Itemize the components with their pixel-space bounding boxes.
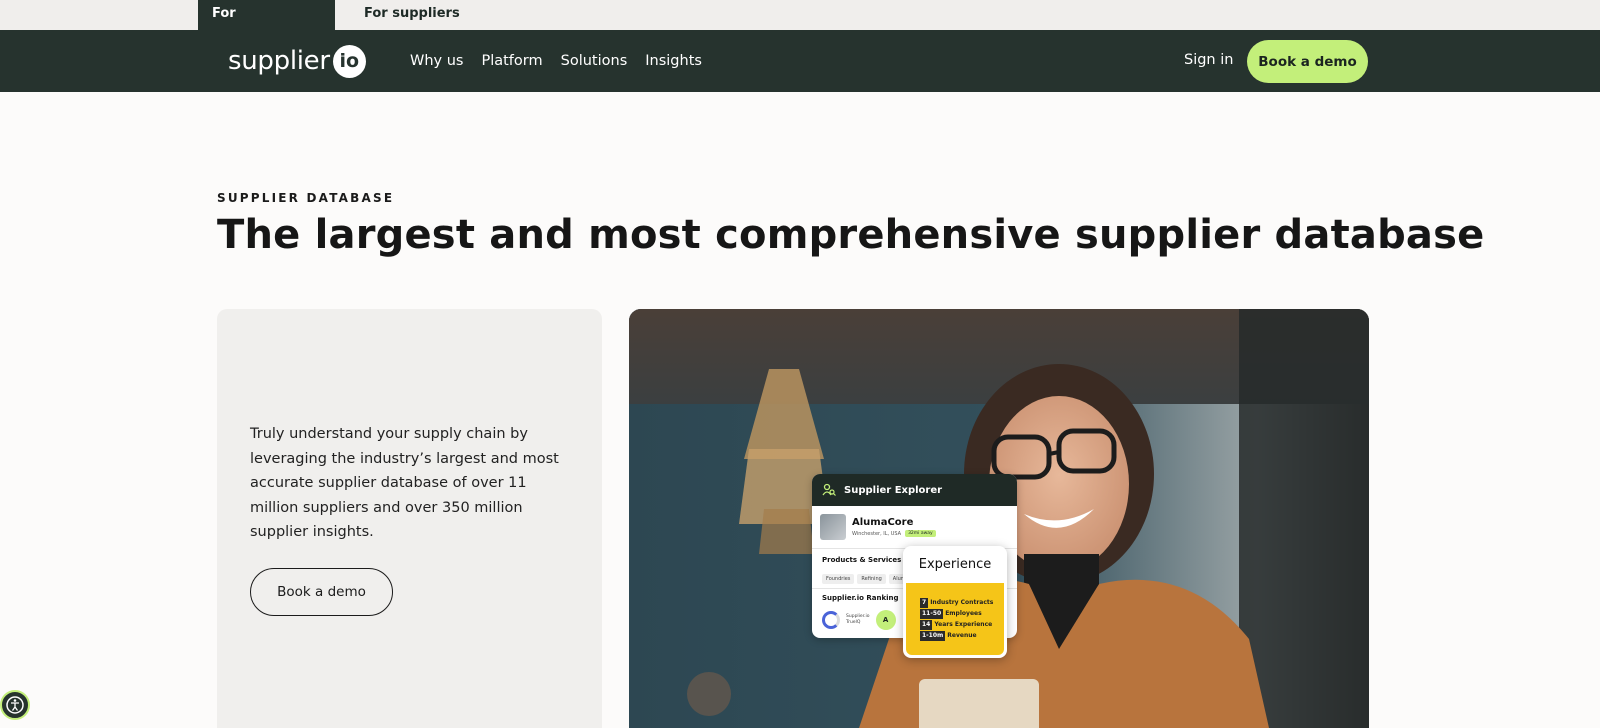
ranking-heading: Supplier.io Ranking bbox=[822, 594, 899, 602]
ranking-label-line: TrueIQ bbox=[846, 620, 861, 625]
experience-title: Experience bbox=[918, 557, 992, 572]
stat-value: 14 bbox=[920, 619, 933, 630]
company-location: Winchester, IL, USA 32mi away bbox=[852, 530, 936, 537]
nav-link-solutions[interactable]: Solutions bbox=[561, 53, 628, 69]
nav-links: Why us Platform Solutions Insights bbox=[410, 30, 702, 92]
distance-badge: 32mi away bbox=[905, 530, 936, 537]
company-thumbnail bbox=[820, 514, 846, 540]
accessibility-widget-button[interactable] bbox=[0, 690, 30, 720]
explorer-header: Supplier Explorer bbox=[812, 474, 1017, 506]
stat-label: Years Experience bbox=[934, 621, 993, 628]
tab-for-procurement[interactable]: For procurement bbox=[198, 0, 335, 48]
stat-label: Revenue bbox=[947, 632, 977, 639]
logo-text: supplier bbox=[228, 46, 330, 76]
explorer-title: Supplier Explorer bbox=[844, 484, 943, 496]
book-demo-button[interactable]: Book a demo bbox=[250, 568, 393, 616]
experience-stats: 7 Industry Contracts 11-50 Employees 14 … bbox=[906, 583, 1004, 655]
stat-label: Industry Contracts bbox=[930, 599, 994, 606]
company-name: AlumaCore bbox=[852, 517, 914, 528]
logo-badge: io bbox=[332, 44, 366, 78]
stat-value: 11-50 bbox=[920, 608, 944, 619]
ranking-grade-badge: A bbox=[875, 610, 896, 630]
intro-text: Truly understand your supply chain by le… bbox=[250, 426, 559, 540]
ranking-row: Supplier.io TrueIQ A bbox=[822, 610, 896, 630]
intro-card: Truly understand your supply chain by le… bbox=[217, 309, 602, 728]
main-navigation: supplier io Why us Platform Solutions In… bbox=[0, 30, 1600, 92]
stat-value: 7 bbox=[920, 597, 929, 608]
accessibility-icon bbox=[6, 696, 24, 714]
products-heading: Products & Services bbox=[822, 556, 902, 564]
section-eyebrow: SUPPLIER DATABASE bbox=[217, 191, 395, 205]
tag: Foundries bbox=[822, 574, 855, 584]
ranking-gauge-icon bbox=[822, 611, 840, 629]
experience-row: 7 Industry Contracts bbox=[920, 597, 1004, 608]
stat-label: Employees bbox=[945, 610, 982, 617]
stat-value: 1-10m bbox=[920, 630, 946, 641]
user-search-icon bbox=[822, 483, 836, 496]
experience-card: Experience 7 Industry Contracts 11-50 Em… bbox=[903, 546, 1007, 658]
tab-for-suppliers[interactable]: For suppliers bbox=[350, 0, 474, 30]
book-demo-nav-button[interactable]: Book a demo bbox=[1247, 40, 1368, 83]
nav-link-platform[interactable]: Platform bbox=[481, 53, 542, 69]
ranking-label: Supplier.io TrueIQ bbox=[846, 614, 870, 626]
tag: Refining bbox=[857, 574, 886, 584]
page-title: The largest and most comprehensive suppl… bbox=[217, 212, 1485, 258]
audience-tab-bar: For procurement For suppliers bbox=[0, 0, 1600, 48]
nav-link-why-us[interactable]: Why us bbox=[410, 53, 463, 69]
location-text: Winchester, IL, USA bbox=[852, 530, 902, 537]
company-summary: AlumaCore Winchester, IL, USA 32mi away bbox=[820, 514, 936, 540]
product-tags: Foundries Refining Alumi bbox=[822, 574, 912, 584]
experience-row: 1-10m Revenue bbox=[920, 630, 1004, 641]
logo[interactable]: supplier io bbox=[228, 43, 366, 79]
nav-link-insights[interactable]: Insights bbox=[645, 53, 702, 69]
experience-row: 11-50 Employees bbox=[920, 608, 1004, 619]
sign-in-link[interactable]: Sign in bbox=[1184, 52, 1233, 68]
experience-row: 14 Years Experience bbox=[920, 619, 1004, 630]
